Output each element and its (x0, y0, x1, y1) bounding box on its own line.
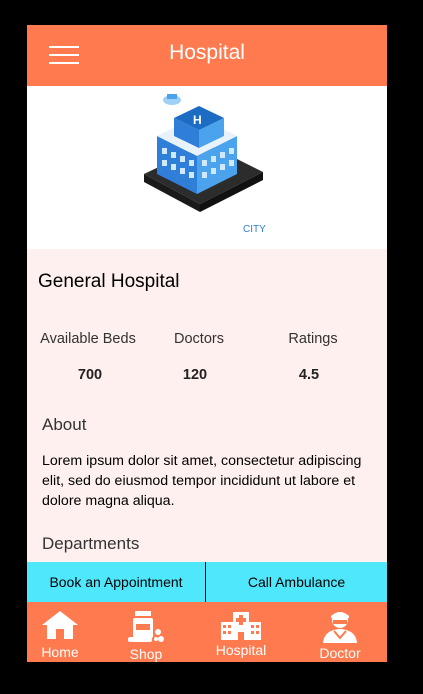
stat-label-ratings: Ratings (288, 331, 338, 347)
doctor-icon (323, 612, 357, 643)
nav-label-shop: Shop (129, 646, 163, 662)
call-ambulance-button[interactable]: Call Ambulance (206, 562, 387, 602)
app-header: Hospital (27, 25, 387, 86)
nav-label-home: Home (41, 644, 79, 660)
stat-value-doctors: 120 (182, 367, 208, 383)
departments-heading: Departments (42, 534, 140, 553)
action-bar: Book an Appointment Call Ambulance (27, 562, 387, 602)
svg-text:CITY: CITY (243, 224, 266, 235)
about-text: Lorem ipsum dolor sit amet, consectetur … (42, 453, 362, 509)
page-title: Hospital (169, 41, 245, 64)
stat-value-beds: 700 (77, 367, 103, 383)
book-appointment-button[interactable]: Book an Appointment (27, 562, 205, 602)
nav-home[interactable]: Home (27, 602, 100, 662)
hospital-illustration: H CITY (27, 86, 387, 249)
medicine-shop-icon (128, 611, 164, 642)
nav-doctor[interactable]: Doctor (300, 602, 380, 662)
stat-label-beds: Available Beds (40, 331, 136, 347)
nav-hospital[interactable]: Hospital (201, 602, 281, 662)
app-frame: Hospital H CITY General Hospital Availab… (27, 25, 387, 662)
svg-text:H: H (193, 113, 202, 127)
stat-value-ratings: 4.5 (298, 367, 320, 383)
nav-label-doctor: Doctor (319, 645, 361, 661)
stat-label-doctors: Doctors (174, 331, 224, 347)
nav-label-hospital: Hospital (215, 642, 267, 658)
about-heading: About (42, 415, 87, 434)
bottom-nav: Home Shop Hospital Doctor (27, 602, 387, 662)
nav-shop[interactable]: Shop (106, 602, 186, 662)
home-icon (42, 611, 78, 639)
hospital-name: General Hospital (38, 271, 180, 292)
hospital-building-icon (221, 612, 261, 640)
